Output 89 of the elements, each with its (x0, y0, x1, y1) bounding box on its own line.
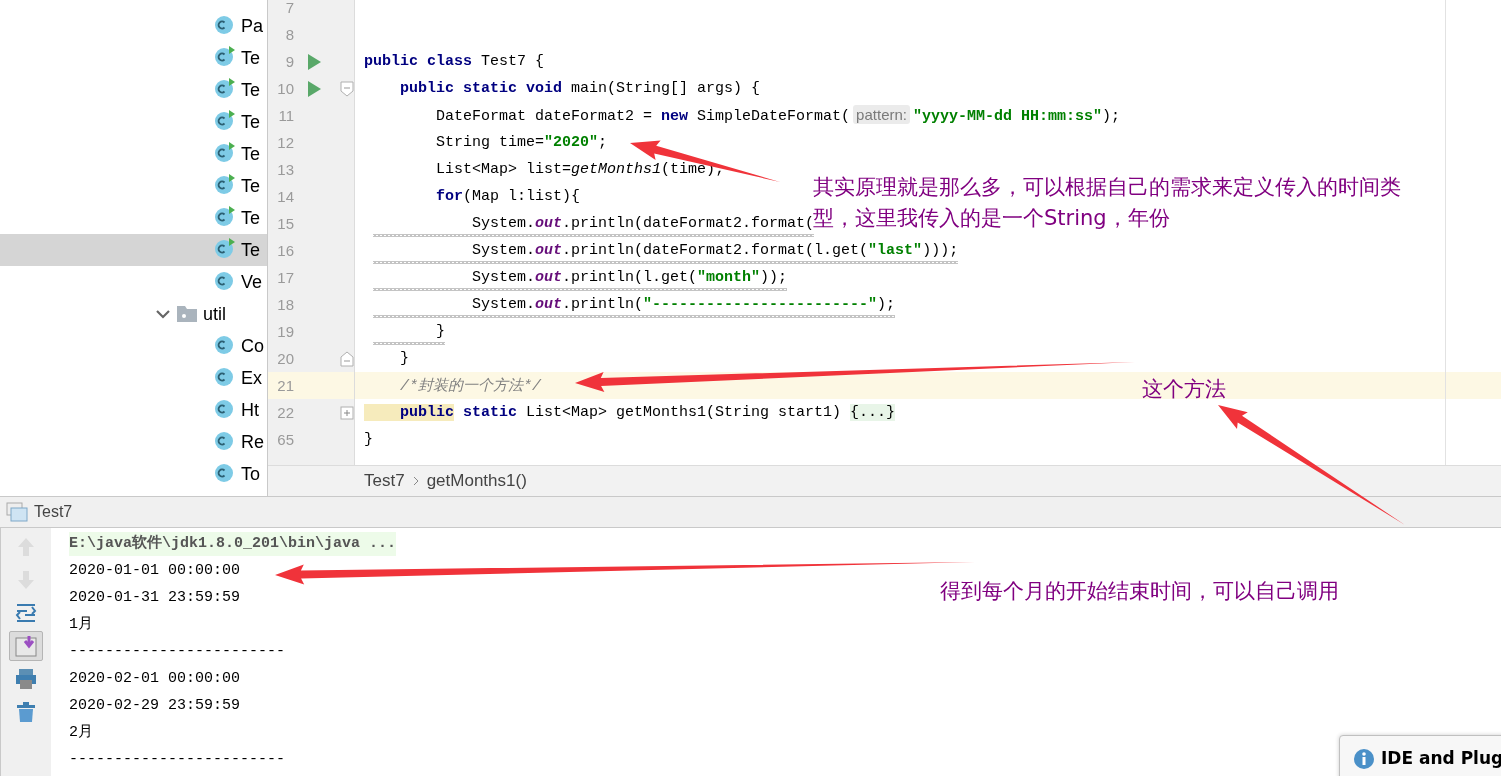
code-line: System.out.println(l.get("month")); (471, 269, 788, 286)
line-number: 18 (276, 296, 294, 313)
console-output: ------------------------ (69, 641, 286, 662)
tree-item[interactable]: Te (241, 175, 260, 197)
notification-title: IDE and Plug (1381, 748, 1501, 768)
code-line: } (435, 323, 445, 340)
line-number: 12 (276, 134, 294, 151)
code-line: public static void main(String[] args) { (399, 80, 761, 97)
class-icon (214, 429, 236, 451)
fold-marker-icon[interactable] (340, 350, 354, 367)
trash-icon (15, 701, 37, 723)
console-output: 2020-01-01 00:00:00 (69, 560, 241, 581)
tree-item[interactable]: Ht (241, 399, 259, 421)
fold-marker-icon[interactable] (340, 80, 354, 97)
run-icon[interactable] (307, 80, 321, 97)
console-output: 2月 (69, 722, 93, 743)
class-icon (214, 13, 236, 35)
tree-item[interactable]: util (203, 303, 226, 325)
expand-marker-icon[interactable] (340, 405, 354, 420)
line-number: 14 (276, 188, 294, 205)
line-number: 19 (276, 323, 294, 340)
runnable-class-icon (214, 109, 236, 131)
console-output: ------------------------ (69, 749, 286, 770)
run-icon[interactable] (307, 53, 321, 70)
line-number: 15 (276, 215, 294, 232)
tree-item[interactable]: Te (241, 239, 260, 261)
folder-icon (176, 305, 198, 323)
tree-item[interactable]: Te (241, 47, 260, 69)
tree-item[interactable]: Co (241, 335, 264, 357)
window-icon (6, 502, 28, 522)
console-output: 2020-02-01 00:00:00 (69, 668, 241, 689)
tree-item[interactable]: To (241, 463, 260, 485)
line-number: 13 (276, 161, 294, 178)
code-line: } (364, 431, 373, 448)
console-command: E:\java软件\jdk1.8.0_201\bin\java ... (69, 531, 397, 556)
annotation-text: 这个方法 (1142, 376, 1226, 403)
line-number: 10 (276, 80, 294, 97)
soft-wrap-icon (15, 602, 37, 624)
runnable-class-icon (214, 141, 236, 163)
code-line: } (399, 350, 409, 367)
code-line: public class Test7 { (364, 53, 545, 70)
class-icon (214, 461, 236, 483)
code-line: for(Map l:list){ (435, 188, 581, 205)
runnable-class-icon (214, 205, 236, 227)
runnable-class-icon (214, 77, 236, 99)
toolbar-button[interactable] (9, 631, 43, 661)
class-icon (214, 269, 236, 291)
code-line: public static List<Map> getMonths1(String start1) {...} (364, 404, 896, 421)
line-number: 65 (276, 431, 294, 448)
line-number: 20 (276, 350, 294, 367)
runnable-class-icon (214, 45, 236, 67)
class-icon (214, 365, 236, 387)
code-line: DateFormat dateFormat2 = new SimpleDateFormat( pattern: "yyyy-MM-dd HH:mm:ss"); (435, 106, 1121, 125)
runnable-class-icon (214, 237, 236, 259)
tree-item[interactable]: Re (241, 431, 264, 453)
line-number: 7 (284, 0, 294, 16)
line-number: 9 (284, 53, 294, 70)
selected-row[interactable]: Te (0, 234, 267, 266)
tree-item[interactable]: Te (241, 79, 260, 101)
info-icon (1353, 748, 1375, 770)
console-output: 2020-01-31 23:59:59 (69, 587, 241, 608)
annotation-text: 其实原理就是那么多，可以根据自己的需求来定义传入的时间类 型，这里我传入的是一个String，年份 (813, 174, 1401, 232)
tree-item[interactable]: Pa (241, 15, 264, 37)
run-tab-title[interactable]: Test7 (34, 503, 73, 521)
runnable-class-icon (214, 173, 236, 195)
console-output: 1月 (69, 614, 93, 635)
code-line: /*封装的一个方法*/ (399, 376, 541, 395)
breadcrumb-item[interactable]: Test7 (364, 471, 405, 491)
scroll-to-end-icon (15, 635, 37, 657)
tree-item[interactable]: Ve (241, 271, 263, 293)
line-number: 21 (276, 377, 294, 394)
line-number: 17 (276, 269, 294, 286)
code-line: System.out.println(dateFormat2.format(l.get("last"))); (471, 242, 959, 259)
tree-item[interactable]: Te (241, 111, 260, 133)
console-output: 2020-02-29 23:59:59 (69, 695, 241, 716)
line-number: 8 (284, 26, 294, 43)
code-line: String time="2020"; (435, 134, 608, 151)
tree-item[interactable]: Te (241, 143, 260, 165)
tree-item[interactable]: Te (241, 207, 260, 229)
class-icon (214, 333, 236, 355)
breadcrumb-item[interactable]: getMonths1() (426, 471, 527, 491)
tree-item[interactable]: Ex (241, 367, 262, 389)
line-number: 11 (277, 107, 294, 124)
line-number: 22 (276, 404, 294, 421)
printer-icon (15, 668, 37, 690)
class-icon (214, 397, 236, 419)
code-line: System.out.println("------------------------"); (471, 296, 896, 313)
annotation-text: 得到每个月的开始结束时间，可以自己调用 (940, 578, 1339, 605)
line-number: 16 (276, 242, 294, 259)
